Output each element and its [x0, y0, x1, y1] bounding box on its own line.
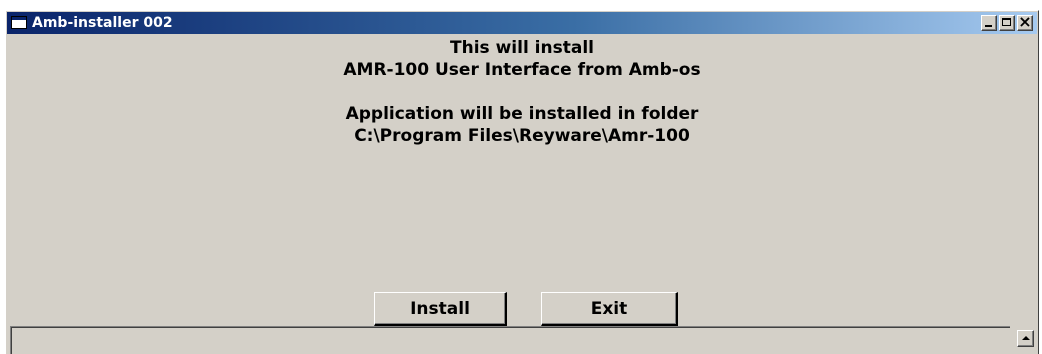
minimize-icon[interactable]	[981, 15, 997, 31]
maximize-icon[interactable]	[999, 15, 1015, 31]
message-line-folder-intro: Application will be installed in folder	[345, 104, 699, 124]
app-window-icon[interactable]	[11, 16, 27, 29]
message-line-product: AMR-100 User Interface from Amb-os	[343, 60, 701, 80]
install-button[interactable]: Install	[374, 292, 507, 326]
window-title: Amb-installer 002	[32, 15, 173, 31]
install-message: This will install AMR-100 User Interface…	[6, 37, 1038, 147]
installer-window: Amb-installer 002 This will install AMR-…	[5, 10, 1039, 354]
title-bar[interactable]: Amb-installer 002	[7, 12, 1037, 34]
log-textarea[interactable]	[10, 326, 1010, 354]
message-line-folder-path: C:\Program Files\Reyware\Amr-100	[354, 126, 690, 146]
exit-button[interactable]: Exit	[541, 292, 678, 326]
scroll-up-arrow-icon[interactable]	[1017, 330, 1034, 347]
message-line-install: This will install	[450, 38, 594, 58]
close-icon[interactable]	[1017, 13, 1033, 31]
